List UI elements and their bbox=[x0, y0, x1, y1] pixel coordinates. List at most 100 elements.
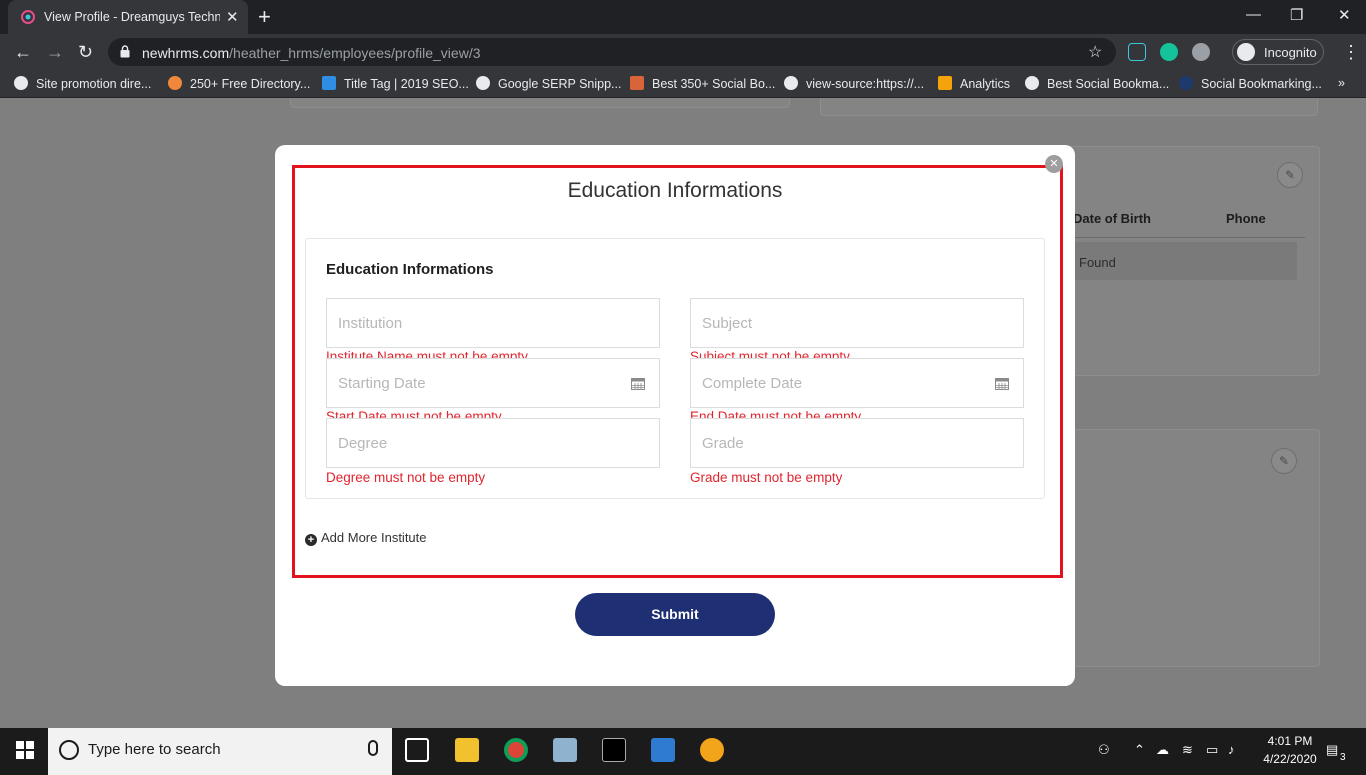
modal-title: Education Informations bbox=[567, 179, 783, 202]
complete-date-placeholder: Complete Date bbox=[702, 375, 803, 392]
chrome-icon[interactable] bbox=[504, 738, 528, 762]
calendar-icon[interactable] bbox=[631, 377, 645, 390]
grade-placeholder: Grade bbox=[702, 435, 744, 452]
search-placeholder: Type here to search bbox=[88, 741, 221, 758]
bookmark-item[interactable]: Site promotion dire... bbox=[14, 76, 151, 91]
institution-field[interactable]: Institution bbox=[326, 298, 660, 348]
site-icon bbox=[1179, 76, 1193, 90]
tab-close-icon[interactable]: ✕ bbox=[226, 8, 239, 26]
url-path: /heather_hrms/employees/profile_view/3 bbox=[229, 45, 481, 61]
more-bookmarks-icon[interactable]: » bbox=[1338, 76, 1345, 90]
bookmark-item[interactable]: Google SERP Snipp... bbox=[476, 76, 621, 91]
institution-placeholder: Institution bbox=[338, 315, 403, 332]
system-clock[interactable]: 4:01 PM 4/22/2020 bbox=[1256, 732, 1324, 768]
education-modal: ✕ Education Informations Education Infor… bbox=[275, 145, 1075, 686]
start-date-error: Start Date must not be empty bbox=[326, 409, 502, 418]
starting-date-placeholder: Starting Date bbox=[338, 375, 426, 392]
clock-date: 4/22/2020 bbox=[1263, 752, 1317, 766]
globe-icon bbox=[14, 76, 28, 90]
windows-start-icon[interactable] bbox=[16, 741, 34, 759]
window-close-icon[interactable]: ✕ bbox=[1338, 6, 1351, 24]
extension-cloud-icon[interactable] bbox=[1192, 43, 1210, 61]
browser-tab-bar: View Profile - Dreamguys Technologies ✕ … bbox=[0, 0, 1366, 34]
modal-close-icon[interactable]: ✕ bbox=[1045, 155, 1063, 173]
bookmark-star-icon[interactable]: ☆ bbox=[1088, 42, 1102, 62]
onedrive-icon[interactable]: ☁ bbox=[1156, 742, 1169, 758]
bookmark-item[interactable]: Analytics bbox=[938, 76, 1010, 91]
bookmarks-bar: Site promotion dire... 250+ Free Directo… bbox=[0, 70, 1366, 98]
microphone-icon[interactable] bbox=[368, 740, 378, 756]
url-text: newhrms.com/heather_hrms/employees/profi… bbox=[142, 45, 481, 61]
degree-field[interactable]: Degree bbox=[326, 418, 660, 468]
wordpress-icon bbox=[168, 76, 182, 90]
globe-icon bbox=[476, 76, 490, 90]
incognito-label: Incognito bbox=[1264, 45, 1317, 60]
windows-taskbar: Type here to search ⚇ ⌃ ☁ ≋ ▭ ♪ 4:01 PM … bbox=[0, 728, 1366, 775]
browser-tab[interactable]: View Profile - Dreamguys Technologies ✕ bbox=[8, 0, 248, 34]
bookmark-item[interactable]: Best Social Bookma... bbox=[1025, 76, 1169, 91]
site-icon bbox=[630, 76, 644, 90]
clock-time: 4:01 PM bbox=[1267, 734, 1313, 748]
institution-error: Institute Name must not be empty bbox=[326, 349, 528, 358]
taskbar-search[interactable]: Type here to search bbox=[48, 728, 392, 775]
restore-icon[interactable]: ❐ bbox=[1290, 6, 1303, 24]
incognito-icon bbox=[1237, 43, 1255, 61]
people-icon[interactable]: ⚇ bbox=[1098, 742, 1110, 758]
globe-icon bbox=[784, 76, 798, 90]
bookmark-item[interactable]: view-source:https://... bbox=[784, 76, 924, 91]
notification-icon[interactable]: ▤ bbox=[1326, 742, 1338, 758]
extension-n-icon[interactable] bbox=[1128, 43, 1146, 61]
url-domain: newhrms.com bbox=[142, 45, 230, 61]
menu-icon[interactable]: ⋮ bbox=[1342, 42, 1360, 63]
end-date-error: End Date must not be empty bbox=[690, 409, 862, 418]
grammarly-icon[interactable] bbox=[1160, 43, 1178, 61]
add-more-institute-link[interactable]: + Add More Institute bbox=[305, 530, 427, 546]
notification-count-badge: 3 bbox=[1340, 752, 1346, 763]
modal-overlay: ✕ Education Informations Education Infor… bbox=[0, 98, 1366, 728]
calendar-icon[interactable] bbox=[995, 377, 1009, 390]
browser-toolbar: ← → ↻ newhrms.com/heather_hrms/employees… bbox=[0, 34, 1366, 70]
add-more-label: Add More Institute bbox=[321, 530, 427, 545]
reload-icon[interactable]: ↻ bbox=[78, 42, 93, 63]
analytics-icon bbox=[938, 76, 952, 90]
incognito-badge[interactable]: Incognito bbox=[1232, 39, 1324, 65]
wifi-icon[interactable]: ≋ bbox=[1182, 742, 1193, 758]
bookmark-item[interactable]: Best 350+ Social Bo... bbox=[630, 76, 775, 91]
app-icon[interactable] bbox=[553, 738, 577, 762]
subject-placeholder: Subject bbox=[702, 315, 753, 332]
degree-placeholder: Degree bbox=[338, 435, 388, 452]
starting-date-field[interactable]: Starting Date bbox=[326, 358, 660, 408]
address-bar[interactable]: newhrms.com/heather_hrms/employees/profi… bbox=[108, 38, 1116, 66]
terminal-icon[interactable] bbox=[602, 738, 626, 762]
outlook-icon[interactable] bbox=[651, 738, 675, 762]
task-view-icon[interactable] bbox=[405, 738, 429, 762]
forward-icon[interactable]: → bbox=[46, 42, 64, 63]
lock-icon bbox=[120, 45, 130, 58]
chevron-up-icon[interactable]: ⌃ bbox=[1134, 742, 1145, 758]
tab-title: View Profile - Dreamguys Technologies bbox=[44, 10, 220, 24]
complete-date-field[interactable]: Complete Date bbox=[690, 358, 1024, 408]
site-favicon-icon bbox=[21, 10, 35, 24]
tasks-app-icon[interactable] bbox=[700, 738, 724, 762]
globe-icon bbox=[1025, 76, 1039, 90]
bookmark-item[interactable]: 250+ Free Directory... bbox=[168, 76, 310, 91]
degree-error: Degree must not be empty bbox=[326, 470, 486, 485]
volume-icon[interactable]: ♪ bbox=[1228, 742, 1235, 757]
moz-icon bbox=[322, 76, 336, 90]
submit-button[interactable]: Submit bbox=[575, 593, 775, 636]
subject-field[interactable]: Subject bbox=[690, 298, 1024, 348]
file-explorer-icon[interactable] bbox=[455, 738, 479, 762]
new-tab-icon[interactable]: + bbox=[258, 4, 271, 30]
battery-icon[interactable]: ▭ bbox=[1206, 742, 1218, 758]
bookmark-item[interactable]: Social Bookmarking... bbox=[1179, 76, 1322, 91]
grade-error: Grade must not be empty bbox=[690, 470, 843, 485]
section-title: Education Informations bbox=[326, 261, 494, 278]
cortana-icon bbox=[59, 740, 79, 760]
plus-circle-icon: + bbox=[305, 534, 317, 546]
subject-error: Subject must not be empty bbox=[690, 349, 850, 358]
education-section: Education Informations Institution Insti… bbox=[305, 238, 1045, 499]
minimize-icon[interactable]: — bbox=[1246, 6, 1261, 23]
back-icon[interactable]: ← bbox=[14, 42, 32, 63]
grade-field[interactable]: Grade bbox=[690, 418, 1024, 468]
bookmark-item[interactable]: Title Tag | 2019 SEO... bbox=[322, 76, 469, 91]
